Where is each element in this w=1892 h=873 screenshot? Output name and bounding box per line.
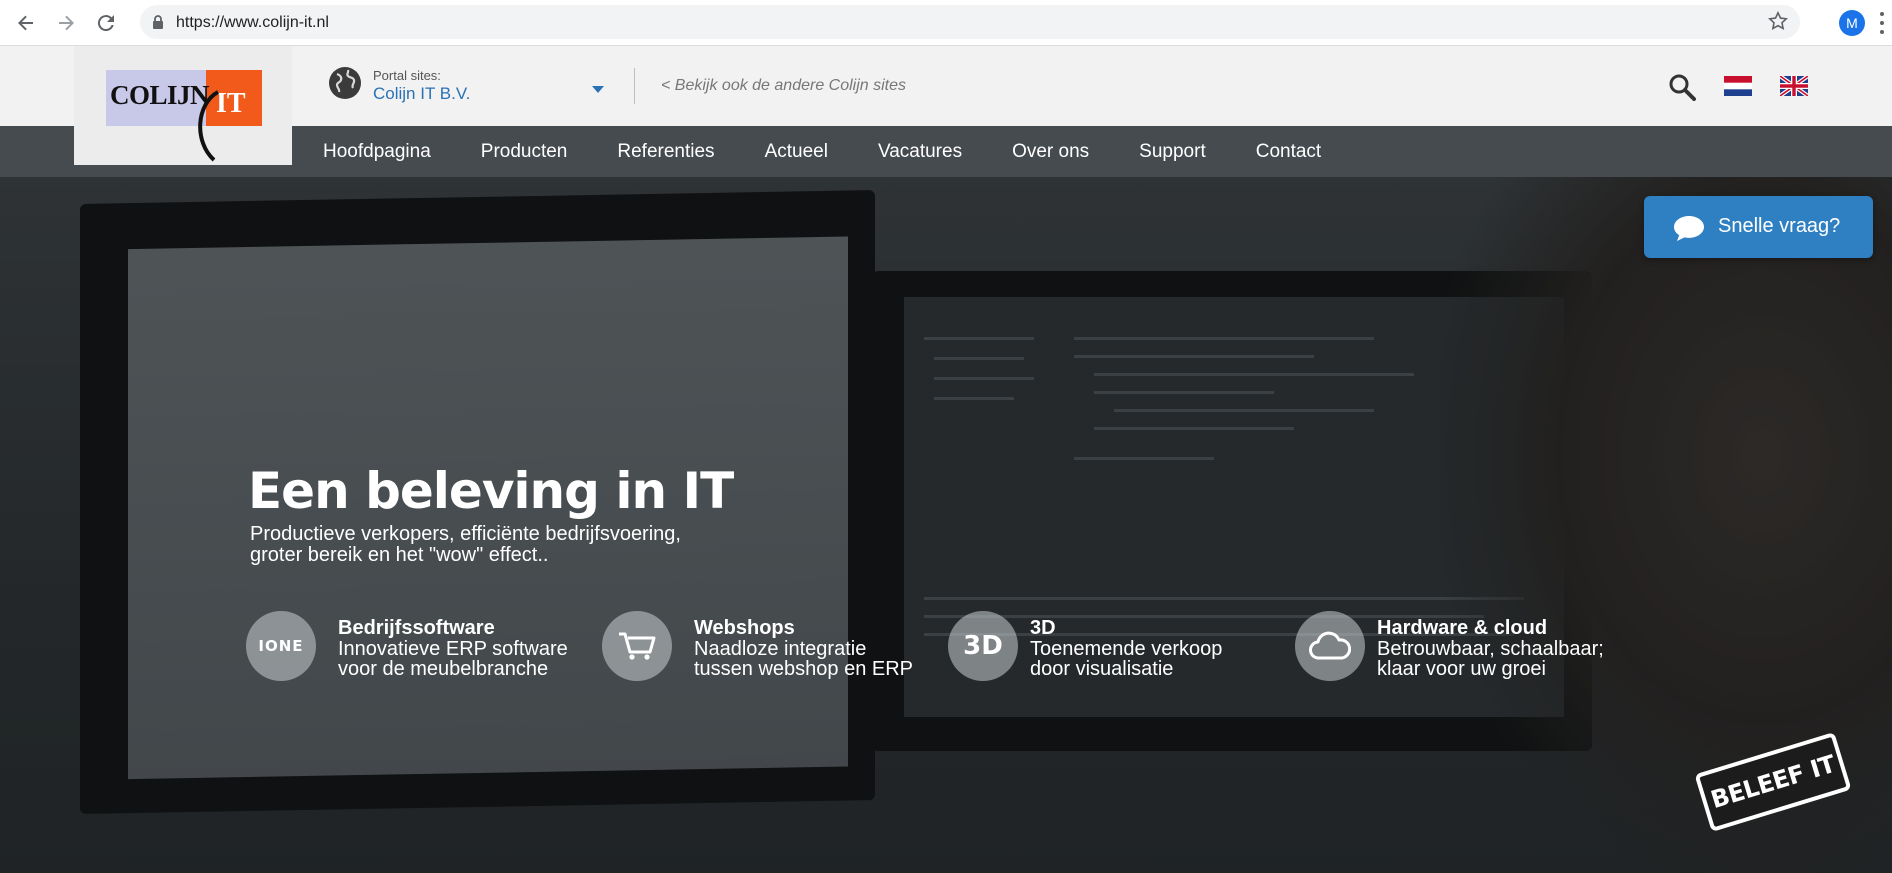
nav-item-contact[interactable]: Contact	[1256, 126, 1321, 177]
nav-item-support[interactable]: Support	[1139, 126, 1206, 177]
hero-subtitle: Productieve verkopers, efficiënte bedrij…	[250, 524, 770, 566]
other-sites-link[interactable]: < Bekijk ook de andere Colijn sites	[661, 77, 906, 95]
address-bar[interactable]: https://www.colijn-it.nl	[140, 5, 1800, 39]
header-divider	[634, 68, 635, 104]
back-icon[interactable]	[12, 9, 40, 37]
chat-bubble-icon	[1674, 216, 1704, 241]
nav-item-hoofdpagina[interactable]: Hoofdpagina	[323, 126, 431, 177]
globe-icon	[329, 67, 361, 99]
logo[interactable]: COLIJN IT	[74, 46, 292, 165]
search-icon[interactable]	[1668, 73, 1696, 106]
flag-nl-icon[interactable]	[1724, 76, 1752, 96]
logo-bracket-icon	[198, 90, 220, 162]
quick-question-label: Snelle vraag?	[1718, 215, 1841, 237]
3d-icon: 3D	[948, 611, 1018, 681]
feature-title: Hardware & cloud	[1377, 617, 1548, 639]
nav-item-vacatures[interactable]: Vacatures	[878, 126, 962, 177]
hero-subtitle-line1: Productieve verkopers, efficiënte bedrij…	[250, 523, 681, 545]
nav-item-producten[interactable]: Producten	[481, 126, 568, 177]
hero-title: Een beleving in IT	[248, 462, 734, 520]
url-text: https://www.colijn-it.nl	[176, 14, 329, 31]
forward-icon[interactable]	[52, 9, 80, 37]
portal-selected-value[interactable]: Colijn IT B.V.	[373, 84, 470, 104]
flag-en-icon[interactable]	[1780, 76, 1808, 96]
shopping-cart-icon	[602, 611, 672, 681]
feature-title: 3D	[1030, 617, 1056, 639]
nav-item-referenties[interactable]: Referenties	[617, 126, 714, 177]
hero-subtitle-line2: groter bereik en het "wow" effect..	[250, 544, 549, 566]
feature-title: Webshops	[694, 617, 795, 639]
feature-description: Innovatieve ERP software voor de meubelbr…	[338, 638, 568, 680]
lock-icon	[152, 15, 164, 34]
feature-description: Betrouwbaar, schaalbaar; klaar voor uw gr…	[1377, 638, 1604, 680]
portal-sites-selector[interactable]: Portal sites: Colijn IT B.V.	[328, 66, 604, 105]
quick-question-button[interactable]: Snelle vraag?	[1644, 196, 1873, 258]
feature-title: Bedrijfssoftware	[338, 617, 495, 639]
ione-icon: IONE	[246, 611, 316, 681]
star-icon[interactable]	[1767, 10, 1789, 36]
logo-mark: COLIJN IT	[106, 70, 262, 162]
nav-item-actueel[interactable]: Actueel	[765, 126, 828, 177]
hero-banner: Een beleving in IT Productieve verkopers…	[0, 177, 1892, 873]
cloud-icon	[1295, 611, 1365, 681]
feature-description: Toenemende verkoop door visualisatie	[1030, 638, 1223, 680]
browser-toolbar: https://www.colijn-it.nl M	[0, 0, 1892, 46]
chevron-down-icon[interactable]	[592, 86, 604, 93]
portal-label: Portal sites:	[373, 68, 441, 83]
feature-description: Naadloze integratie tussen webshop en ERP	[694, 638, 914, 680]
profile-avatar[interactable]: M	[1839, 10, 1865, 36]
nav-item-over-ons[interactable]: Over ons	[1012, 126, 1089, 177]
reload-icon[interactable]	[92, 9, 120, 37]
menu-dots-icon[interactable]	[1880, 12, 1884, 34]
